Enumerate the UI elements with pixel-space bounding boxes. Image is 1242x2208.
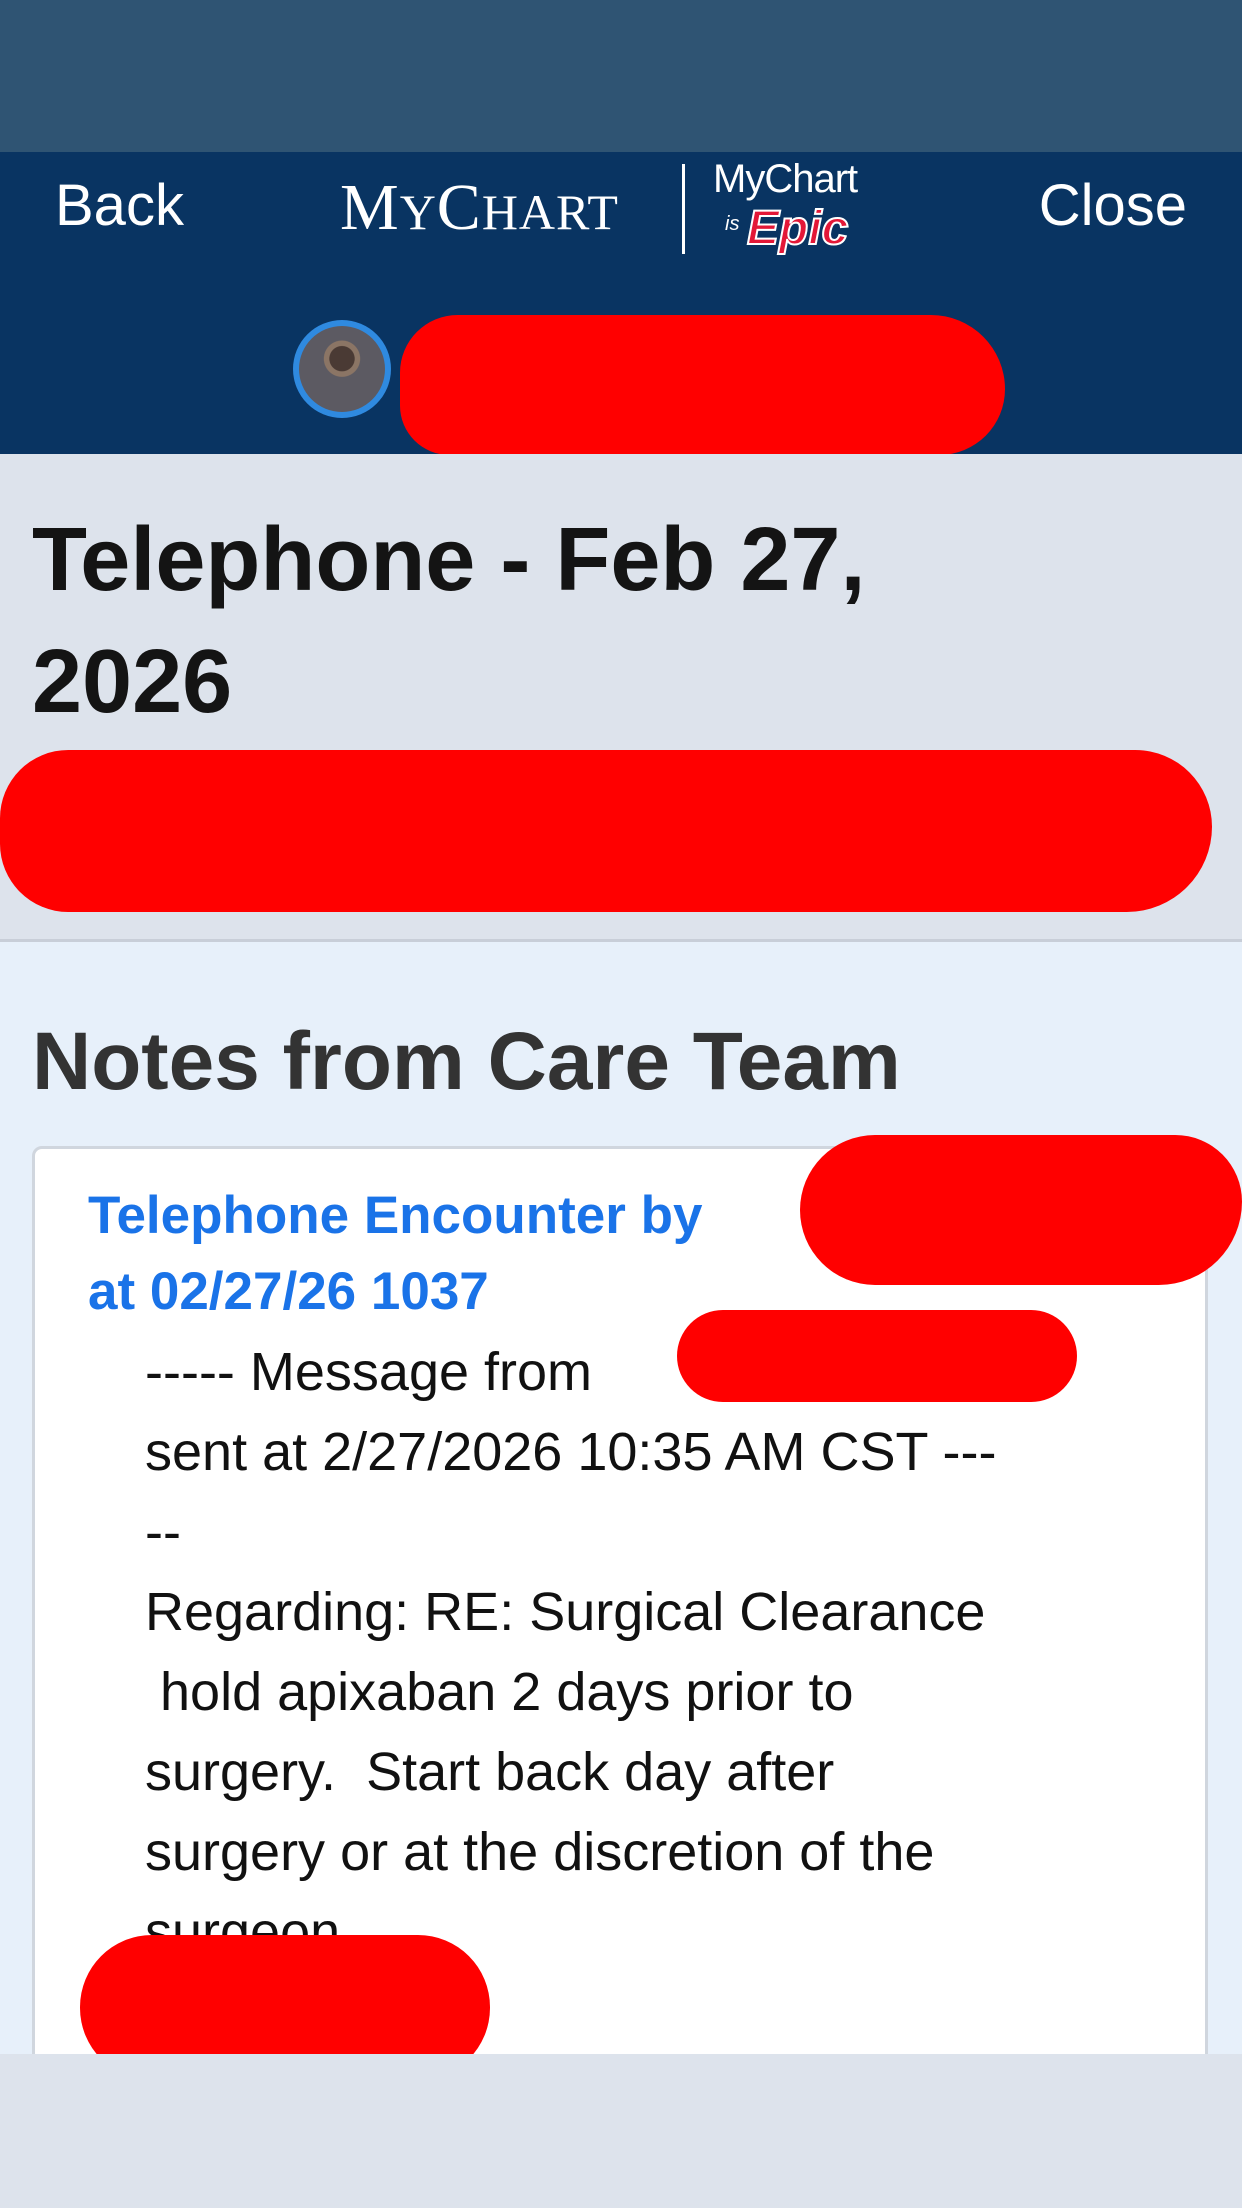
bottom-bar [0, 2054, 1242, 2208]
avatar-photo [299, 326, 385, 412]
note-title-link[interactable]: Telephone Encounter by at 02/27/26 1037 [88, 1178, 848, 1330]
notes-heading: Notes from Care Team [32, 1016, 901, 1107]
redaction-sender-name [677, 1310, 1077, 1402]
close-button[interactable]: Close [1039, 172, 1187, 239]
back-button[interactable]: Back [55, 172, 184, 239]
note-title-line1: Telephone Encounter by [88, 1186, 703, 1245]
note-title-line2: at 02/27/26 1037 [88, 1262, 489, 1321]
status-bar [0, 0, 1242, 152]
logo-divider [682, 164, 685, 254]
visit-title: Telephone - Feb 27, 2026 [32, 510, 866, 732]
note-body: ----- Message from sent at 2/27/2026 10:… [145, 1342, 997, 1962]
mychart-logo: MYCHART [340, 171, 619, 244]
patient-avatar[interactable] [293, 320, 391, 418]
redaction-provider-name [800, 1135, 1242, 1285]
redaction-patient-name [400, 315, 1005, 455]
redaction-visit-details [0, 750, 1212, 912]
mychart-is-epic-logo: MyChart is Epic [713, 157, 858, 256]
